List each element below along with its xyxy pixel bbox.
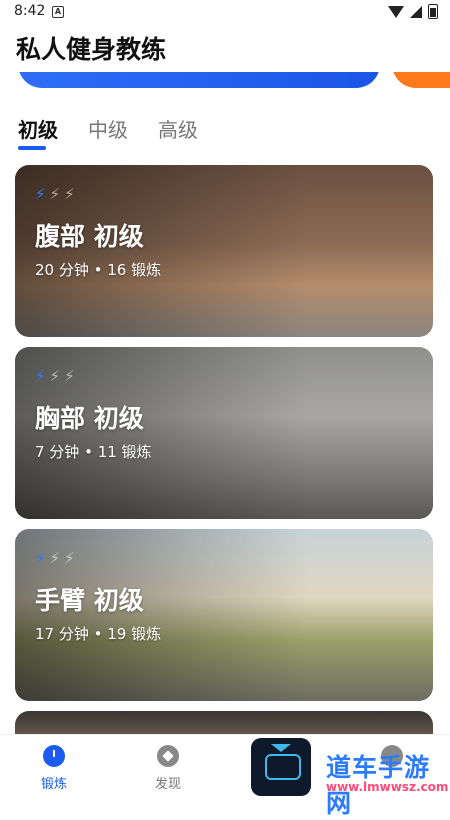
bolt-icon: ⚡ xyxy=(35,549,46,567)
status-time: 8:42 xyxy=(14,3,46,19)
a-box-icon: A xyxy=(52,6,64,18)
status-bar: 8:42 A xyxy=(0,0,450,24)
watermark-logo xyxy=(251,738,311,796)
card-title: 腹部 初级 xyxy=(35,222,144,251)
bolt-icon: ⚡ xyxy=(64,549,75,567)
compass-icon xyxy=(157,745,179,767)
bolt-icon: ⚡ xyxy=(64,367,75,385)
page-title: 私人健身教练 xyxy=(16,35,167,64)
status-icons xyxy=(388,4,438,19)
featured-banner-next[interactable] xyxy=(392,72,450,90)
card-title: 胸部 初级 xyxy=(35,404,144,433)
card-meta: 17 分钟 • 19 锻炼 xyxy=(35,625,162,643)
tab-advanced[interactable]: 高级 xyxy=(158,114,198,153)
difficulty-rating: ⚡ ⚡ ⚡ xyxy=(35,549,75,567)
battery-icon xyxy=(428,4,438,19)
stopwatch-icon xyxy=(43,745,65,767)
workout-card-chest[interactable]: ⚡ ⚡ ⚡ 胸部 初级 7 分钟 • 11 锻炼 xyxy=(15,347,433,519)
workout-card-abs[interactable]: ⚡ ⚡ ⚡ 腹部 初级 20 分钟 • 16 锻炼 xyxy=(15,165,433,337)
featured-banner[interactable] xyxy=(18,72,380,90)
nav-item-workout[interactable]: 锻炼 xyxy=(24,745,84,792)
bolt-icon: ⚡ xyxy=(35,185,46,203)
tab-indicator xyxy=(18,146,46,150)
watermark-url: www.lmwwsz.com xyxy=(326,780,449,794)
cellular-icon xyxy=(410,5,422,18)
card-title: 手臂 初级 xyxy=(35,586,144,615)
nav-label: 发现 xyxy=(154,777,181,792)
bolt-icon: ⚡ xyxy=(49,185,61,203)
workout-card-arms[interactable]: ⚡ ⚡ ⚡ 手臂 初级 17 分钟 • 19 锻炼 xyxy=(15,529,433,701)
difficulty-rating: ⚡ ⚡ ⚡ xyxy=(35,185,75,203)
bolt-icon: ⚡ xyxy=(49,367,61,385)
card-meta: 7 分钟 • 11 锻炼 xyxy=(35,443,152,461)
wifi-icon xyxy=(388,5,404,18)
tab-intermediate[interactable]: 中级 xyxy=(88,114,128,153)
bolt-icon: ⚡ xyxy=(35,367,46,385)
bolt-icon: ⚡ xyxy=(49,549,61,567)
difficulty-rating: ⚡ ⚡ ⚡ xyxy=(35,367,75,385)
card-meta: 20 分钟 • 16 锻炼 xyxy=(35,261,162,279)
nav-item-discover[interactable]: 发现 xyxy=(138,745,198,792)
nav-label: 锻炼 xyxy=(40,777,67,792)
bolt-icon: ⚡ xyxy=(64,185,75,203)
